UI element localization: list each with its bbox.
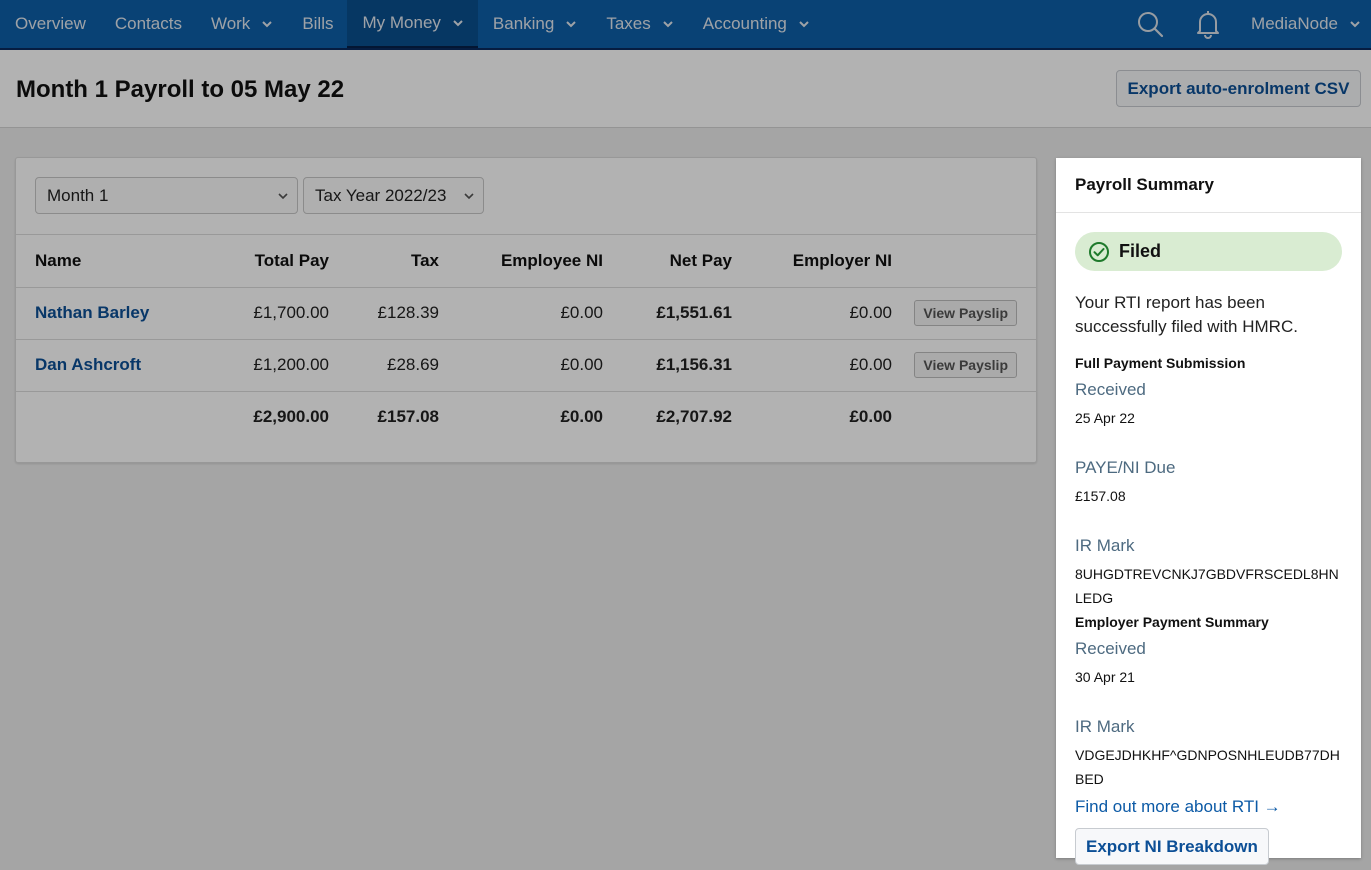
column-header-total-pay[interactable]: Total Pay xyxy=(216,235,329,288)
employee-ni-total: £0.00 xyxy=(560,407,603,427)
column-header-employer-ni[interactable]: Employer NI xyxy=(732,235,892,288)
bell-icon xyxy=(1197,11,1220,39)
column-header-employee-ni[interactable]: Employee NI xyxy=(439,235,603,288)
check-circle-icon xyxy=(1089,241,1109,262)
nav-item-banking[interactable]: Banking xyxy=(478,0,591,48)
tax-year-select[interactable]: Tax Year 2022/23 xyxy=(303,177,484,214)
rti-message: Your RTI report has been successfully fi… xyxy=(1075,293,1298,336)
summary-title: Payroll Summary xyxy=(1056,158,1361,213)
chevron-down-icon xyxy=(566,21,577,28)
nav-label: Overview xyxy=(15,14,86,33)
page-header: Month 1 Payroll to 05 May 22 Export auto… xyxy=(0,50,1371,128)
net-pay-cell: £1,551.61 xyxy=(603,287,732,340)
rti-info-link[interactable]: Find out more about RTI → xyxy=(1075,797,1342,817)
nav-item-bills[interactable]: Bills xyxy=(287,0,347,48)
paye-ni-due-value: £157.08 xyxy=(1075,488,1126,504)
fps-received-label: Received xyxy=(1075,380,1146,399)
chevron-down-icon xyxy=(262,21,273,28)
period-select[interactable]: Month 1 xyxy=(35,177,298,214)
nav-label: Bills xyxy=(302,14,334,33)
nav-label: Banking xyxy=(492,14,555,33)
employee-link[interactable]: Nathan Barley xyxy=(35,303,149,322)
export-ni-breakdown-button[interactable]: Export NI Breakdown xyxy=(1075,828,1269,865)
fps-title: Full Payment Submission xyxy=(1075,355,1246,371)
table-header-row: Name Total Pay Tax Employee NI Net Pay E… xyxy=(16,235,1036,288)
chevron-down-icon xyxy=(453,20,463,27)
account-menu[interactable]: MediaNode xyxy=(1251,14,1371,34)
employee-link[interactable]: Dan Ashcroft xyxy=(35,355,141,374)
column-header-actions xyxy=(892,235,1036,288)
status-badge: Filed xyxy=(1075,232,1342,271)
chevron-down-icon xyxy=(663,21,673,28)
notifications-button[interactable] xyxy=(1193,9,1223,39)
eps-title: Employer Payment Summary xyxy=(1075,614,1269,630)
tax-year-select-value: Tax Year 2022/23 xyxy=(315,185,447,205)
tax-total: £157.08 xyxy=(377,407,439,427)
nav-label: Work xyxy=(210,14,251,33)
account-name: MediaNode xyxy=(1251,14,1338,33)
tax-cell: £128.39 xyxy=(329,287,439,340)
view-payslip-button[interactable]: View Payslip xyxy=(914,300,1017,326)
payroll-card: Month 1 Tax Year 2022/23 Name Total Pay … xyxy=(15,157,1037,463)
chevron-down-icon xyxy=(464,193,474,200)
net-pay-cell: £1,156.31 xyxy=(603,339,732,392)
net-pay-total: £2,707.92 xyxy=(656,407,732,427)
eps-ir-mark-value: VDGEJDHKHF^GDNPOSNHLEUDB77DHBED xyxy=(1075,747,1340,787)
nav-item-work[interactable]: Work xyxy=(196,0,287,48)
fps-received-value: 25 Apr 22 xyxy=(1075,410,1135,426)
eps-received-label: Received xyxy=(1075,639,1146,658)
eps-received-value: 30 Apr 21 xyxy=(1075,669,1135,685)
table-row: Nathan Barley £1,700.00 £128.39 £0.00 £1… xyxy=(16,287,1036,340)
chevron-down-icon xyxy=(278,193,288,200)
payroll-table: Name Total Pay Tax Employee NI Net Pay E… xyxy=(16,235,1036,443)
nav-item-accounting[interactable]: Accounting xyxy=(688,0,824,48)
employee-ni-cell: £0.00 xyxy=(439,339,603,392)
chevron-down-icon xyxy=(799,21,809,28)
filters: Month 1 Tax Year 2022/23 xyxy=(16,158,1036,235)
nav-label: Taxes xyxy=(606,14,651,33)
nav-item-overview[interactable]: Overview xyxy=(0,0,100,48)
export-auto-enrolment-csv-button[interactable]: Export auto-enrolment CSV xyxy=(1116,70,1361,107)
employee-ni-cell: £0.00 xyxy=(439,287,603,340)
nav-item-my-money[interactable]: My Money xyxy=(347,0,478,48)
nav-item-contacts[interactable]: Contacts xyxy=(100,0,196,48)
paye-ni-due-label: PAYE/NI Due xyxy=(1075,458,1176,477)
nav-item-taxes[interactable]: Taxes xyxy=(591,0,687,48)
nav-right: MediaNode xyxy=(1135,0,1371,48)
column-header-net-pay[interactable]: Net Pay xyxy=(603,235,732,288)
view-payslip-button[interactable]: View Payslip xyxy=(914,352,1017,378)
tax-cell: £28.69 xyxy=(329,339,439,392)
eps-ir-mark-label: IR Mark xyxy=(1075,717,1135,736)
period-select-value: Month 1 xyxy=(47,185,109,205)
totals-row: £2,900.00 £157.08 £0.00 £2,707.92 £0.00 xyxy=(16,391,1036,443)
employer-ni-cell: £0.00 xyxy=(732,287,892,340)
column-header-name[interactable]: Name xyxy=(16,235,216,288)
employer-ni-cell: £0.00 xyxy=(732,339,892,392)
page-title: Month 1 Payroll to 05 May 22 xyxy=(16,76,345,103)
nav-label: Contacts xyxy=(114,14,182,33)
total-pay-total: £2,900.00 xyxy=(253,407,329,427)
fps-ir-mark-value: 8UHGDTREVCNKJ7GBDVFRSCEDL8HNLEDG xyxy=(1075,566,1339,606)
search-button[interactable] xyxy=(1135,9,1165,39)
total-pay-cell: £1,200.00 xyxy=(216,339,329,392)
column-header-tax[interactable]: Tax xyxy=(329,235,439,288)
nav-label: Accounting xyxy=(702,14,787,33)
payroll-summary-panel: Payroll Summary Filed Your RTI report ha… xyxy=(1056,158,1361,865)
total-pay-cell: £1,700.00 xyxy=(216,287,329,340)
chevron-down-icon xyxy=(1350,21,1360,28)
table-row: Dan Ashcroft £1,200.00 £28.69 £0.00 £1,1… xyxy=(16,339,1036,392)
search-icon xyxy=(1138,12,1164,38)
nav-label: My Money xyxy=(362,13,441,32)
status-label: Filed xyxy=(1119,241,1162,261)
fps-ir-mark-label: IR Mark xyxy=(1075,536,1135,555)
top-nav: Overview Contacts Work Bills My Money Ba… xyxy=(0,0,1371,50)
employer-ni-total: £0.00 xyxy=(849,407,892,427)
